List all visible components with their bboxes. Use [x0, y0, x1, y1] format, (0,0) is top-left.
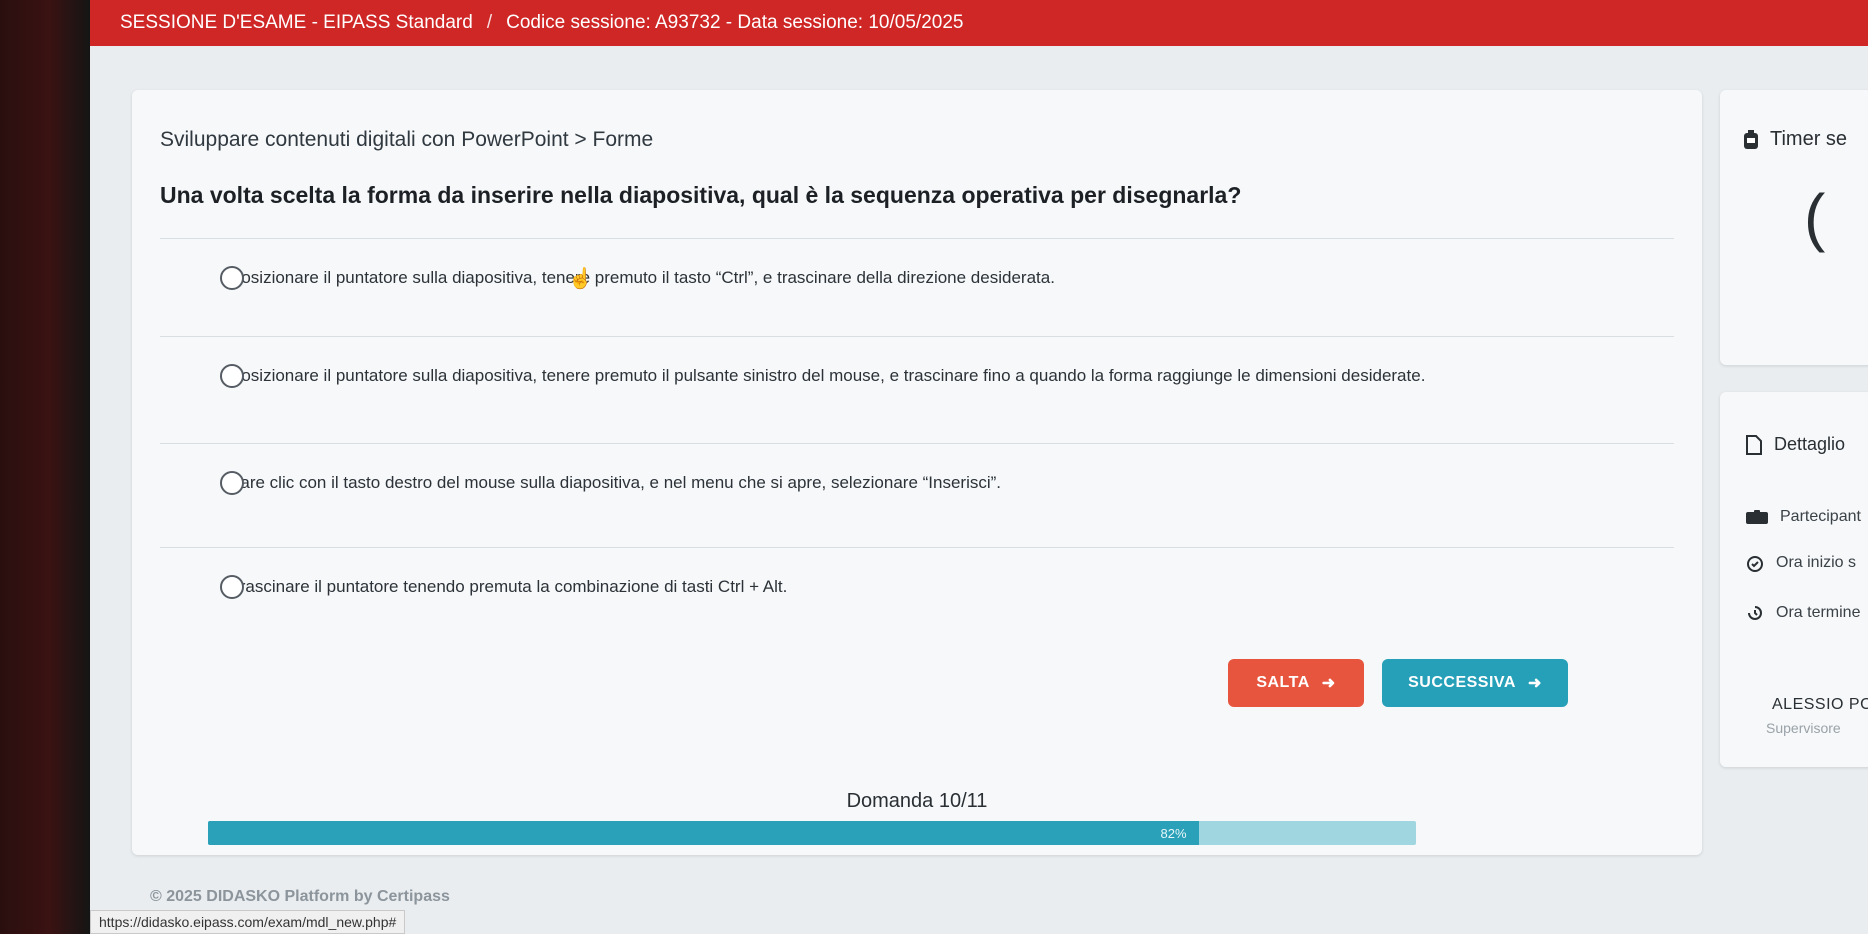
status-bar-url: https://didasko.eipass.com/exam/mdl_new.…: [90, 910, 406, 934]
answer-label: Posizionare il puntatore sulla diapositi…: [230, 365, 1426, 385]
answer-label: Trascinare il puntatore tenendo premuta …: [230, 576, 788, 596]
history-icon: [1748, 606, 1762, 620]
session-label: SESSIONE D'ESAME - EIPASS Standard: [120, 12, 473, 33]
end-time-label: Ora termine: [1776, 604, 1861, 621]
timer-header: Timer se: [1742, 128, 1847, 151]
hand-cursor-icon: ☝: [568, 268, 593, 290]
timer-label: Timer se: [1770, 128, 1848, 150]
answer-label: Fare clic con il tasto destro del mouse …: [230, 472, 1002, 492]
session-header: SESSIONE D'ESAME - EIPASS Standard / Cod…: [90, 0, 1868, 46]
timer-value: (: [1804, 181, 1826, 253]
arrow-right-icon: ➜: [1527, 675, 1542, 692]
timer-card: Timer se (: [1720, 90, 1868, 365]
footer-copyright: © 2025 DIDASKO Platform by Certipass: [150, 888, 450, 905]
answer-option-4[interactable]: Trascinare il puntatore tenendo premuta …: [160, 547, 1674, 625]
question-counter: Domanda 10/11: [846, 790, 988, 812]
stopwatch-icon: [1744, 129, 1758, 149]
next-button[interactable]: SUCCESSIVA ➜: [1382, 659, 1568, 707]
alarm-clock-icon: [1747, 556, 1763, 572]
monitor-bezel: [0, 0, 90, 934]
radio-button[interactable]: [220, 363, 244, 388]
document-icon: [1746, 434, 1762, 455]
breadcrumb: Sviluppare contenuti digitali con PowerP…: [160, 128, 654, 151]
question-card: Sviluppare contenuti digitali con PowerP…: [132, 90, 1702, 855]
answer-option-1[interactable]: Posizionare il puntatore sulla diapositi…: [160, 238, 1674, 316]
id-card-icon: [1746, 510, 1768, 524]
participant-row: Partecipant: [1746, 508, 1861, 526]
arrow-right-icon: ➜: [1321, 675, 1336, 692]
progress-bar: 82%: [208, 821, 1416, 845]
answer-option-2[interactable]: Posizionare il puntatore sulla diapositi…: [160, 336, 1674, 414]
answer-label: Posizionare il puntatore sulla diapositi…: [230, 267, 1055, 287]
start-time-label: Ora inizio s: [1776, 554, 1857, 571]
answer-option-3[interactable]: Fare clic con il tasto destro del mouse …: [160, 443, 1674, 521]
details-label: Dettaglio: [1774, 434, 1846, 454]
end-time-row: Ora termine: [1746, 604, 1860, 622]
radio-button[interactable]: [220, 265, 244, 290]
progress-label: 82%: [1160, 825, 1187, 841]
question-text: Una volta scelta la forma da inserire ne…: [160, 182, 1242, 208]
radio-button[interactable]: [220, 470, 244, 495]
details-card: Dettaglio Partecipant Ora inizio s Ora t…: [1720, 392, 1868, 767]
start-time-row: Ora inizio s: [1746, 554, 1856, 572]
participant-label: Partecipant: [1780, 508, 1861, 525]
header-separator: /: [486, 12, 493, 33]
supervisor-name: ALESSIO POL: [1772, 696, 1868, 713]
details-header: Dettaglio: [1746, 434, 1845, 455]
radio-button[interactable]: [220, 574, 244, 599]
session-code: Codice sessione: A93732 - Data sessione:…: [506, 12, 964, 33]
screen: SESSIONE D'ESAME - EIPASS Standard / Cod…: [90, 0, 1868, 934]
supervisor-role: Supervisore: [1766, 720, 1841, 736]
skip-button[interactable]: SALTA ➜: [1228, 659, 1364, 707]
progress-fill: 82%: [208, 821, 1199, 845]
next-label: SUCCESSIVA: [1408, 674, 1516, 691]
skip-label: SALTA: [1256, 674, 1310, 691]
